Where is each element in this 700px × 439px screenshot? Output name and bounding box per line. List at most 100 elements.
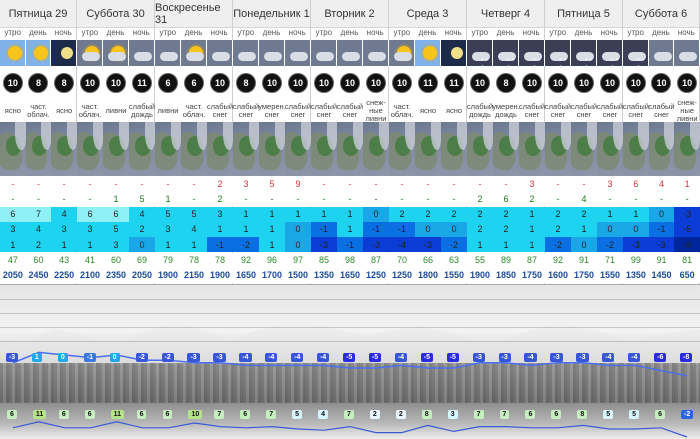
humidity-cell: 92 <box>233 252 259 268</box>
temp-upper-label: -3 <box>550 353 563 362</box>
radar-map[interactable] <box>259 122 285 176</box>
radar-map[interactable] <box>493 122 519 176</box>
radar-map[interactable] <box>181 122 207 176</box>
day-header[interactable]: Среда 3 <box>389 0 466 28</box>
radar-map[interactable] <box>155 122 181 176</box>
humidity-cell: 91 <box>571 252 597 268</box>
humidity-cell: 69 <box>129 252 155 268</box>
condition-text: ясно <box>4 106 21 115</box>
period-label: день <box>652 28 670 37</box>
wind-speed: 10 <box>106 73 126 93</box>
temperature-cell: -2 <box>597 237 623 253</box>
radar-map[interactable] <box>674 122 700 176</box>
altitude-cell: 1550 <box>441 267 467 283</box>
humidity-cell: 81 <box>674 252 700 268</box>
altitude-cell: 1500 <box>285 267 311 283</box>
radar-map[interactable] <box>129 122 155 176</box>
altitude-cell: 1650 <box>233 267 259 283</box>
radar-map[interactable] <box>623 122 649 176</box>
radar-map[interactable] <box>597 122 623 176</box>
humidity-cell: 99 <box>623 252 649 268</box>
sun-icon <box>415 40 441 66</box>
temp-lower-label: 10 <box>188 410 203 419</box>
temp-lower-label: 5 <box>603 410 614 419</box>
temperature-cell: 4 <box>129 206 155 222</box>
radar-map[interactable] <box>571 122 597 176</box>
wind-speed: 10 <box>677 73 698 93</box>
temperature-cell: 6 <box>77 206 103 222</box>
altitude-cell: 1900 <box>207 267 233 283</box>
humidity-cell: 87 <box>519 252 545 268</box>
radar-map[interactable] <box>0 122 26 176</box>
day-header[interactable]: Пятница 5 <box>545 0 622 28</box>
altitude-cell: 2100 <box>77 267 103 283</box>
condition-text: ливни <box>157 106 179 115</box>
humidity-cell: 92 <box>545 252 571 268</box>
altitude-cell: 1800 <box>415 267 441 283</box>
temperature-cell: -1 <box>389 221 415 237</box>
day-header[interactable]: Суббота 6 <box>623 0 699 28</box>
radar-map[interactable] <box>415 122 441 176</box>
temperature-cell: -1 <box>648 221 675 237</box>
wind-speed: 10 <box>366 73 386 93</box>
radar-map[interactable] <box>103 122 129 176</box>
temp-lower-label: 2 <box>395 410 406 419</box>
altitude-cell: 1350 <box>311 267 337 283</box>
day-header[interactable]: Четверг 4 <box>467 0 544 28</box>
radar-map[interactable] <box>311 122 337 176</box>
wind-icon: 10 <box>674 66 700 100</box>
temperature-cell: 0 <box>571 237 597 253</box>
altitude-cell: 1450 <box>648 267 675 283</box>
condition-text: снеж- ные ливни <box>676 98 698 123</box>
radar-map[interactable] <box>648 122 675 176</box>
snow-cell: 4 <box>571 191 597 207</box>
day-header[interactable]: Пятница 29 <box>0 0 76 28</box>
wind-speed: 11 <box>132 73 152 93</box>
temperature-cell: 2 <box>415 206 441 222</box>
temp-lower-label: 7 <box>266 410 277 419</box>
wind-speed: 10 <box>574 73 594 93</box>
day-header[interactable]: Суббота 30 <box>77 0 154 28</box>
radar-map[interactable] <box>441 122 467 176</box>
precipitation-cell: - <box>25 176 52 191</box>
altitude-cell: 1250 <box>389 267 415 283</box>
temperature-cell: 5 <box>181 206 207 222</box>
temperature-cell: -3 <box>674 206 700 222</box>
radar-map[interactable] <box>467 122 493 176</box>
temp-lower-label: 6 <box>525 410 536 419</box>
precipitation-cell: - <box>467 176 493 191</box>
day-header[interactable]: Понедельник 1 <box>233 0 310 28</box>
day-header[interactable]: Вторник 2 <box>311 0 388 28</box>
snow-cell: - <box>674 191 700 207</box>
light-icon: * * * <box>623 40 649 72</box>
temperature-cell: -1 <box>363 221 389 237</box>
snow-cell: 1 <box>103 191 129 207</box>
radar-map[interactable] <box>207 122 233 176</box>
snow-cell: - <box>77 191 103 207</box>
temp-upper-label: -2 <box>135 353 148 362</box>
day-header[interactable]: Воскресенье 31 <box>155 0 232 28</box>
temp-upper-label: -4 <box>317 353 330 362</box>
radar-map[interactable] <box>285 122 311 176</box>
radar-map[interactable] <box>363 122 389 176</box>
temp-lower-label: 5 <box>629 410 640 419</box>
precipitation-cell: 3 <box>519 176 545 191</box>
cloud-icon <box>311 40 337 66</box>
humidity-cell: 55 <box>467 252 493 268</box>
temperature-cell: 3 <box>51 221 77 237</box>
radar-map[interactable] <box>77 122 103 176</box>
radar-map[interactable] <box>337 122 363 176</box>
temperature-cell: -3 <box>311 237 337 253</box>
temperature-cell: 1 <box>259 206 285 222</box>
wind-icon: 10 <box>363 66 389 100</box>
radar-map[interactable] <box>389 122 415 176</box>
radar-map[interactable] <box>519 122 545 176</box>
period-labels: утро день ночь <box>389 28 466 40</box>
radar-map[interactable] <box>545 122 571 176</box>
snow-cell: - <box>415 191 441 207</box>
temperature-cell: 0 <box>415 221 441 237</box>
temp-upper-label: -4 <box>265 353 278 362</box>
radar-map[interactable] <box>25 122 52 176</box>
radar-map[interactable] <box>51 122 77 176</box>
radar-map[interactable] <box>233 122 259 176</box>
